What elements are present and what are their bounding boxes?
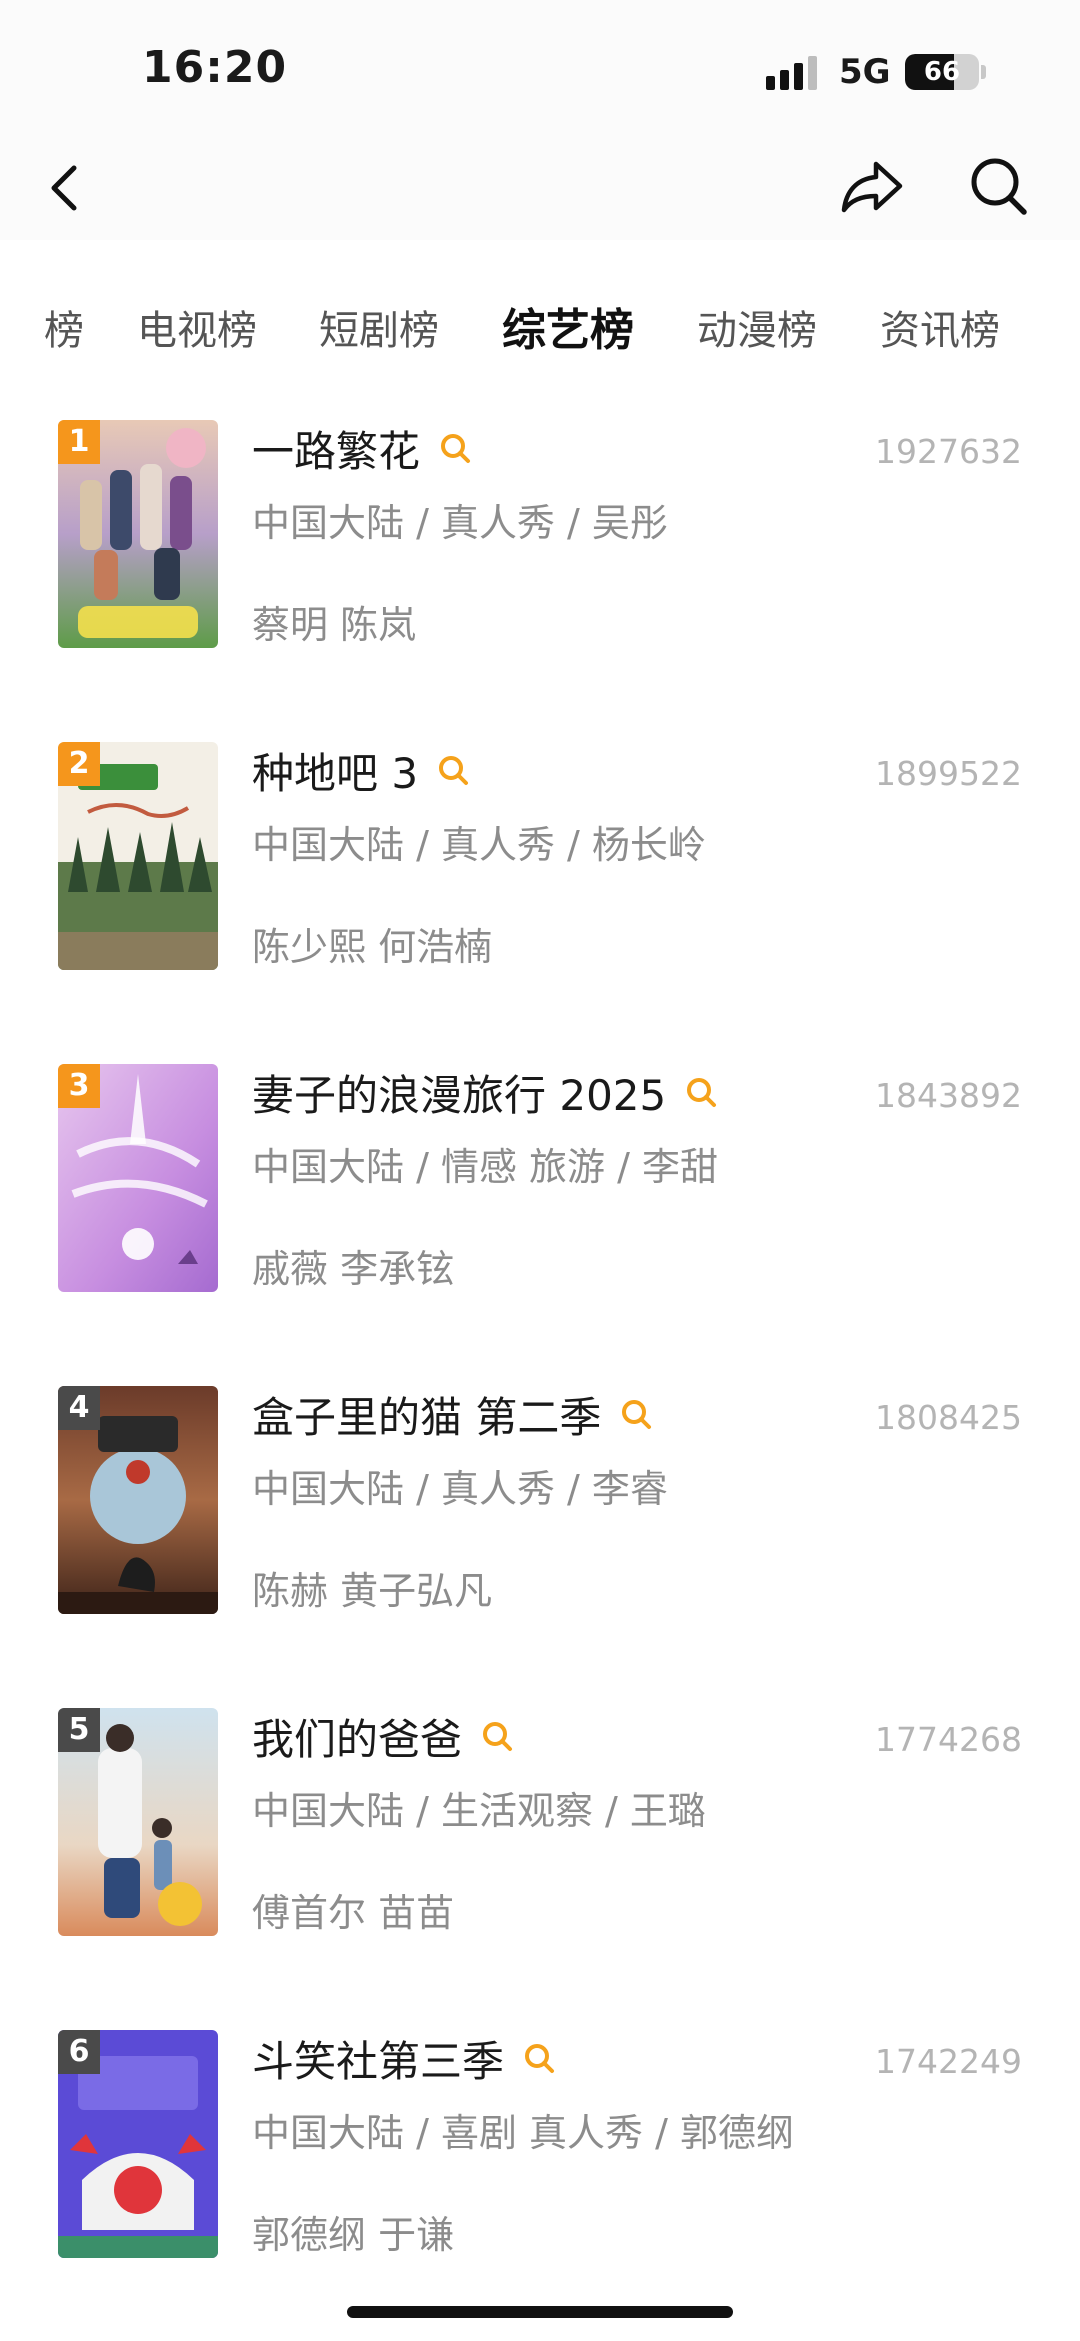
search-icon[interactable] xyxy=(480,1719,514,1753)
header-area: 16:20 5G 66 xyxy=(0,0,1080,240)
title-row: 盒子里的猫 第二季 xyxy=(252,1384,653,1444)
share-arrow-icon xyxy=(841,161,903,213)
list-item[interactable]: 4 盒子里的猫 第二季 1808425 中国大陆 / 真人秀 / 李睿 陈赫 黄… xyxy=(0,1342,1080,1664)
back-button[interactable] xyxy=(36,148,96,224)
battery-cap xyxy=(981,65,986,79)
search-icon xyxy=(971,158,1027,215)
item-meta: 中国大陆 / 喜剧 真人秀 / 郭德纲 xyxy=(252,2111,795,2155)
view-count: 1808425 xyxy=(875,1398,1022,1437)
item-meta: 中国大陆 / 情感 旅游 / 李甜 xyxy=(252,1145,719,1189)
search-icon[interactable] xyxy=(619,1397,653,1431)
item-meta: 中国大陆 / 真人秀 / 吴彤 xyxy=(252,501,668,545)
network-type: 5G xyxy=(839,52,891,92)
item-cast: 傅首尔 苗苗 xyxy=(252,1891,455,1935)
list-item[interactable]: 1 一路繁花 1927632 中国大陆 / 真人秀 / 吴彤 蔡明 陈岚 xyxy=(0,376,1080,698)
item-meta: 中国大陆 / 真人秀 / 杨长岭 xyxy=(252,823,706,867)
item-cast: 戚薇 李承铉 xyxy=(252,1247,455,1291)
status-bar: 16:20 5G 66 xyxy=(0,0,1080,140)
item-meta: 中国大陆 / 真人秀 / 李睿 xyxy=(252,1467,668,1511)
view-count: 1774268 xyxy=(875,1720,1022,1759)
rank-badge: 1 xyxy=(58,420,100,464)
search-icon[interactable] xyxy=(522,2041,556,2075)
list-item[interactable]: 3 妻子的浪漫旅行 2025 1843892 中国大陆 / 情感 旅游 / 李甜… xyxy=(0,1020,1080,1342)
view-count: 1927632 xyxy=(875,432,1022,471)
title-row: 种地吧 3 xyxy=(252,740,470,800)
rank-badge: 4 xyxy=(58,1386,100,1430)
list-item[interactable]: 5 我们的爸爸 1774268 中国大陆 / 生活观察 / 王璐 傅首尔 苗苗 xyxy=(0,1664,1080,1986)
search-icon[interactable] xyxy=(436,753,470,787)
list-item[interactable]: 6 斗笑社第三季 1742249 中国大陆 / 喜剧 真人秀 / 郭德纲 郭德纲… xyxy=(0,1986,1080,2308)
poster-image[interactable]: 2 xyxy=(58,742,218,970)
title-row: 一路繁花 xyxy=(252,418,472,478)
item-meta: 中国大陆 / 生活观察 / 王璐 xyxy=(252,1789,706,1833)
tab-short-drama[interactable]: 短剧榜 xyxy=(319,298,439,356)
status-time: 16:20 xyxy=(142,42,288,93)
item-cast: 陈少熙 何浩楠 xyxy=(252,925,493,969)
title-row: 我们的爸爸 xyxy=(252,1706,514,1766)
item-title[interactable]: 盒子里的猫 第二季 xyxy=(252,1384,601,1445)
tab-variety[interactable]: 综艺榜 xyxy=(502,294,634,358)
rank-badge: 5 xyxy=(58,1708,100,1752)
cellular-signal-icon xyxy=(766,56,822,90)
item-title[interactable]: 种地吧 3 xyxy=(252,740,418,801)
chevron-left-icon xyxy=(51,165,77,211)
view-count: 1843892 xyxy=(875,1076,1022,1115)
tab-anime[interactable]: 动漫榜 xyxy=(697,298,817,356)
item-cast: 蔡明 陈岚 xyxy=(252,603,417,647)
tab-news[interactable]: 资讯榜 xyxy=(880,298,1000,356)
home-indicator[interactable] xyxy=(347,2306,733,2318)
poster-image[interactable]: 5 xyxy=(58,1708,218,1936)
battery-percent: 66 xyxy=(923,57,961,87)
rank-badge: 6 xyxy=(58,2030,100,2074)
category-tabs: 榜 电视榜 短剧榜 综艺榜 动漫榜 资讯榜 xyxy=(0,280,1080,376)
tab-tv[interactable]: 电视榜 xyxy=(137,298,257,356)
battery-icon: 66 xyxy=(905,54,979,90)
item-title[interactable]: 斗笑社第三季 xyxy=(252,2028,504,2089)
title-row: 斗笑社第三季 xyxy=(252,2028,556,2088)
tab-partial[interactable]: 榜 xyxy=(44,298,84,356)
view-count: 1899522 xyxy=(875,754,1022,793)
rank-badge: 2 xyxy=(58,742,100,786)
share-button[interactable] xyxy=(836,150,908,222)
item-title[interactable]: 妻子的浪漫旅行 2025 xyxy=(252,1062,666,1123)
view-count: 1742249 xyxy=(875,2042,1022,2081)
item-title[interactable]: 一路繁花 xyxy=(252,418,420,479)
poster-image[interactable]: 6 xyxy=(58,2030,218,2258)
title-row: 妻子的浪漫旅行 2025 xyxy=(252,1062,718,1122)
nav-bar xyxy=(0,140,1080,240)
poster-image[interactable]: 4 xyxy=(58,1386,218,1614)
poster-image[interactable]: 3 xyxy=(58,1064,218,1292)
list-item[interactable]: 2 种地吧 3 1899522 中国大陆 / 真人秀 / 杨长岭 陈少熙 何浩楠 xyxy=(0,698,1080,1020)
poster-image[interactable]: 1 xyxy=(58,420,218,648)
item-cast: 郭德纲 于谦 xyxy=(252,2213,455,2257)
item-cast: 陈赫 黄子弘凡 xyxy=(252,1569,493,1613)
search-icon[interactable] xyxy=(684,1075,718,1109)
search-icon[interactable] xyxy=(438,431,472,465)
rank-badge: 3 xyxy=(58,1064,100,1108)
search-button[interactable] xyxy=(964,150,1034,222)
item-title[interactable]: 我们的爸爸 xyxy=(252,1706,462,1767)
